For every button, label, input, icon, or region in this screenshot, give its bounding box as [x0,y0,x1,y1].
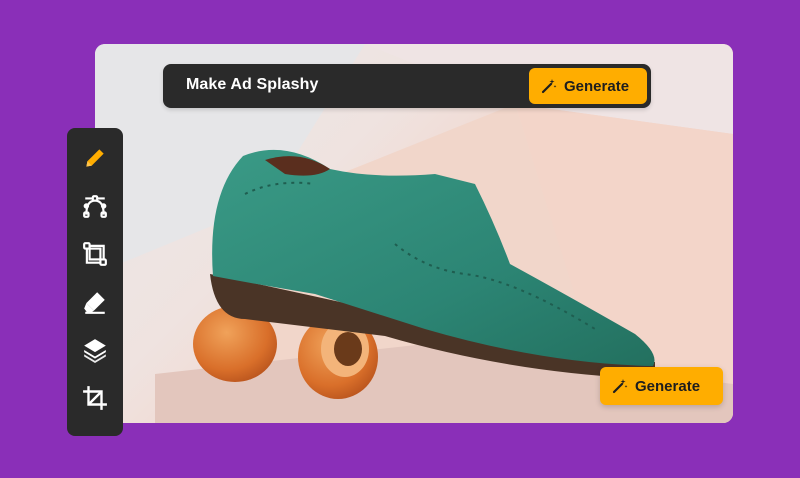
eraser-icon [84,292,105,314]
bezier-tool[interactable] [81,192,109,220]
prompt-input[interactable]: Make Ad Splashy [186,76,319,94]
transform-icon [83,242,107,266]
crop-tool[interactable] [81,384,109,412]
pencil-tool[interactable] [81,144,109,172]
generate-button-floating[interactable]: Generate [600,367,723,405]
eraser-tool[interactable] [81,288,109,316]
generate-button-label: Generate [564,77,630,95]
prompt-bar[interactable]: Make Ad Splashy Generate [163,64,651,108]
pencil-icon [86,149,104,167]
tool-sidebar [67,128,123,436]
crop-icon [83,386,107,410]
generate-button-label: Generate [635,377,701,395]
layers-tool[interactable] [81,336,109,364]
magic-wand-icon [612,379,628,394]
layers-icon [84,339,106,363]
magic-wand-icon [541,79,557,94]
generate-button[interactable]: Generate [529,68,647,104]
transform-tool[interactable] [81,240,109,268]
bezier-curve-icon [83,195,107,218]
